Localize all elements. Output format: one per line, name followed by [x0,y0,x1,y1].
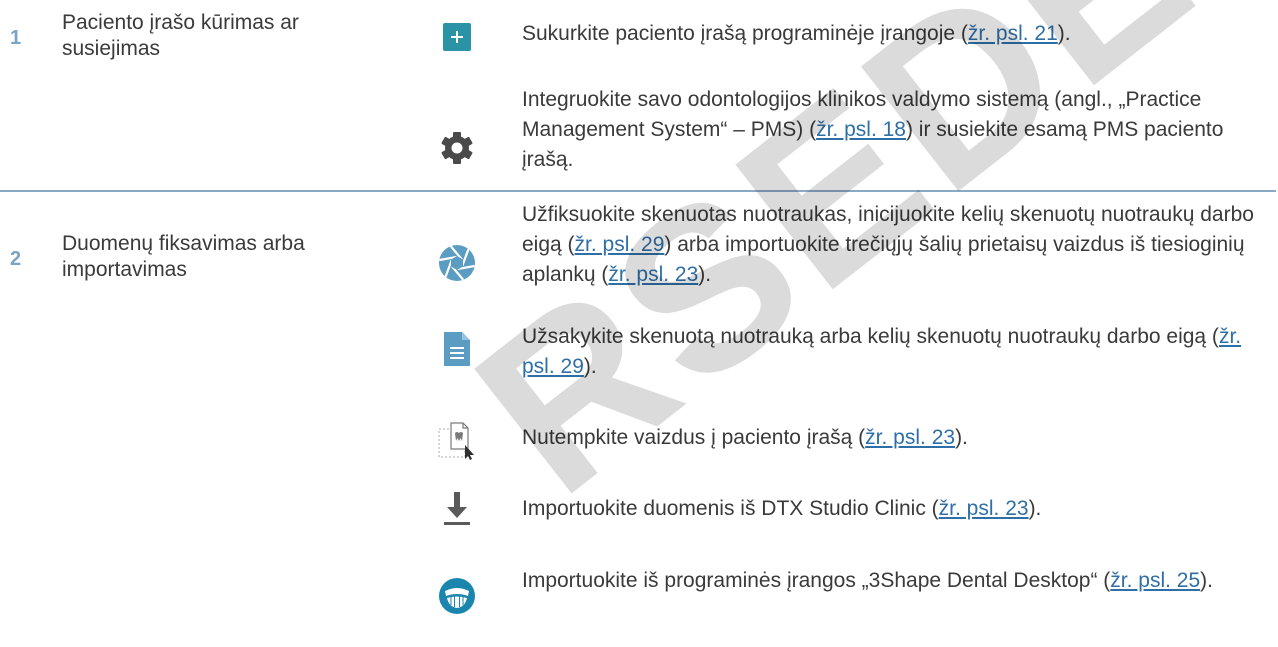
page-reference-link[interactable]: žr. psl. 21 [968,22,1058,45]
step-description: Užfiksuokite skenuotas nuotraukas, inici… [522,203,1254,286]
dental-arch-icon [437,576,477,616]
section-title: Duomenų fiksavimas arba importavimas [62,232,305,281]
page-reference-link[interactable]: žr. psl. 29 [575,233,665,256]
page-reference-link[interactable]: žr. psl. 23 [939,497,1029,520]
section-number: 1 [10,27,22,49]
page-reference-link[interactable]: žr. psl. 23 [608,263,698,286]
aperture-icon [437,243,477,283]
step-description: Importuokite iš programinės įrangos „3Sh… [522,569,1213,592]
step-description: Integruokite savo odontologijos klinikos… [522,88,1224,171]
page-reference-link[interactable]: žr. psl. 23 [865,426,955,449]
section-divider [0,190,1276,192]
document-page: 1 Paciento įrašo kūrimas ar susiejimas S… [0,0,1278,647]
plus-icon [437,17,477,57]
step-description: Užsakykite skenuotą nuotrauką arba kelių… [522,325,1242,378]
section-number: 2 [10,248,22,270]
step-description: Sukurkite paciento įrašą programinėje įr… [522,22,1071,45]
gear-icon [437,128,477,168]
document-icon [437,329,477,369]
drag-drop-image-icon [437,421,477,461]
page-reference-link[interactable]: žr. psl. 18 [816,118,906,141]
step-description: Importuokite duomenis iš DTX Studio Clin… [522,497,1042,520]
page-reference-link[interactable]: žr. psl. 25 [1110,569,1200,592]
download-icon [437,488,477,528]
step-description: Nutempkite vaizdus į paciento įrašą (žr.… [522,426,968,449]
section-title: Paciento įrašo kūrimas ar susiejimas [62,11,299,60]
